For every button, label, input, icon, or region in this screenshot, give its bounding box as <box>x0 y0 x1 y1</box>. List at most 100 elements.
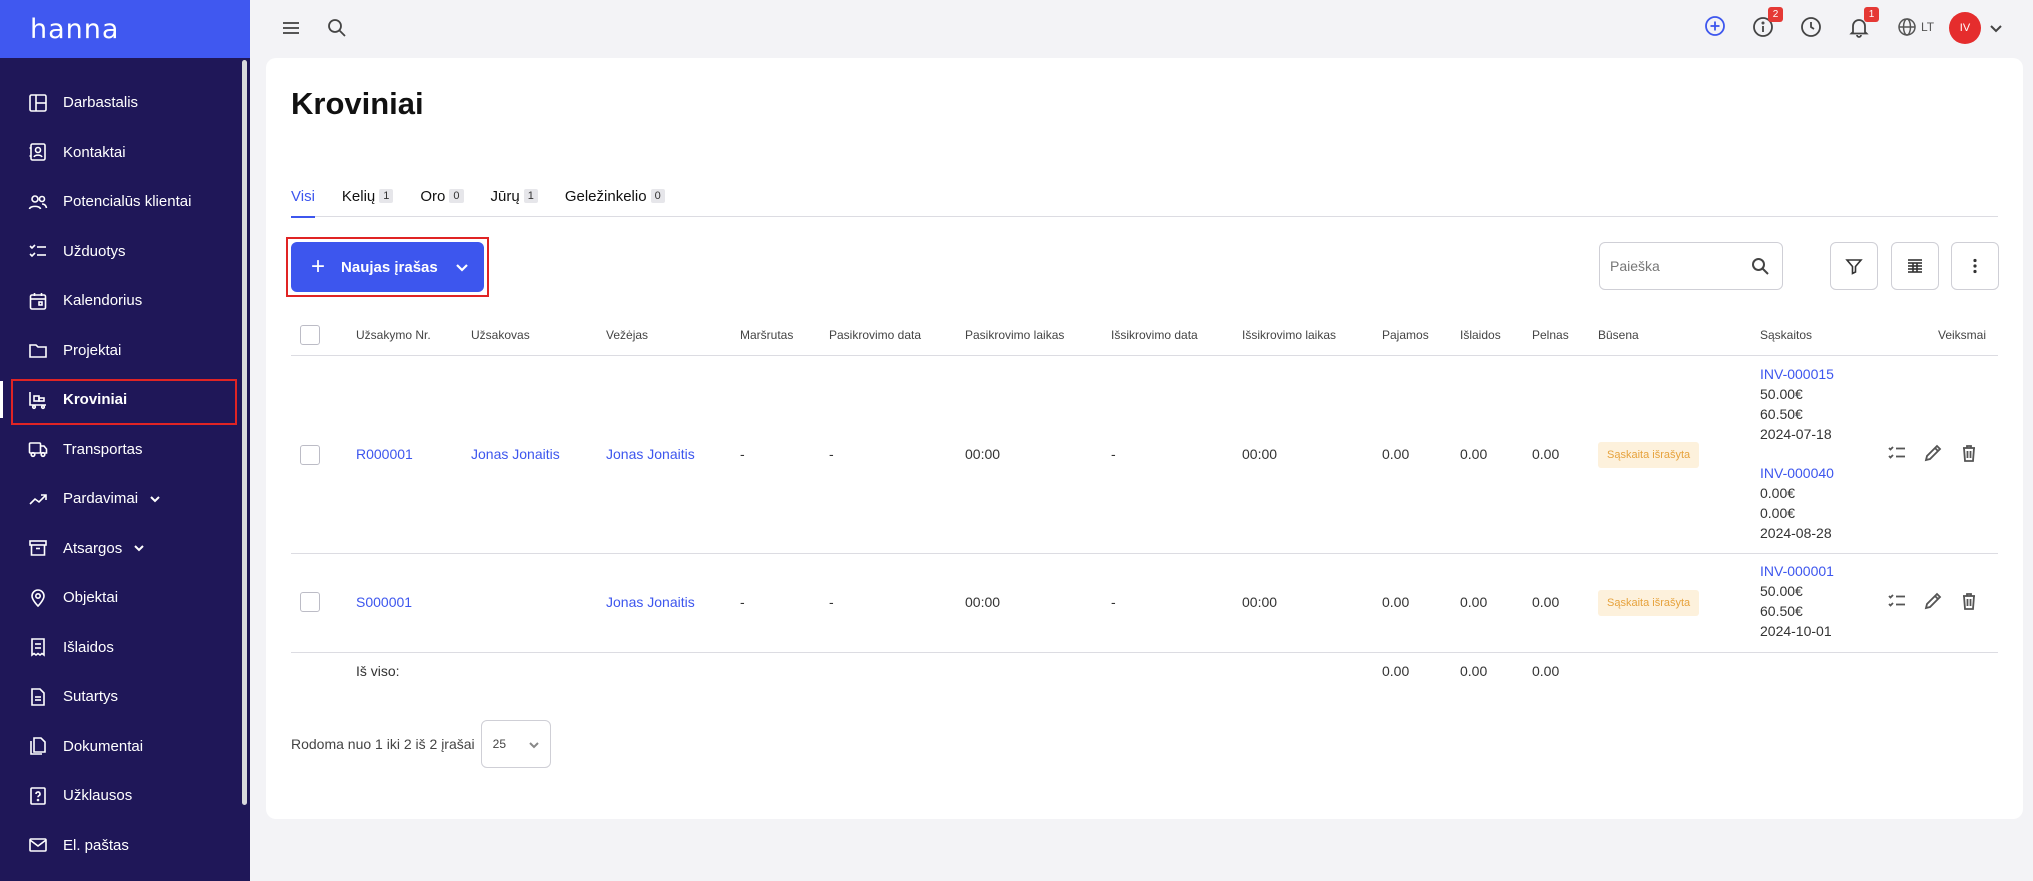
menu-icon[interactable] <box>280 17 302 39</box>
column-header[interactable]: Užsakovas <box>471 328 530 342</box>
sidebar-scrollbar[interactable] <box>242 60 247 805</box>
archive-icon <box>28 538 48 558</box>
more-options-button[interactable] <box>1951 242 1999 290</box>
customer-link[interactable]: Jonas Jonaitis <box>471 446 560 462</box>
tab-count-badge: 0 <box>449 189 464 203</box>
checklist-icon[interactable] <box>1886 442 1908 464</box>
invoice-link[interactable]: INV-000001 <box>1760 561 1834 581</box>
location-pin-icon <box>28 588 48 608</box>
brand-logo[interactable]: hanna <box>0 0 250 58</box>
brand-name: hanna <box>30 13 120 45</box>
carrier-link[interactable]: Jonas Jonaitis <box>606 446 695 462</box>
order-number-link[interactable]: S000001 <box>356 594 412 610</box>
sidebar-item-label: Darbastalis <box>63 94 139 112</box>
column-header[interactable]: Pasikrovimo laikas <box>965 328 1064 342</box>
sidebar-item-sutartys[interactable]: Sutartys <box>0 672 250 722</box>
sidebar-item-label: El. paštas <box>63 836 129 854</box>
sidebar-item-label: Išlaidos <box>63 638 114 656</box>
chevron-down-icon <box>132 541 146 555</box>
sidebar-item-darbastalis[interactable]: Darbastalis <box>0 78 250 128</box>
tab-visi[interactable]: Visi <box>291 186 315 218</box>
trash-icon[interactable] <box>1958 590 1980 612</box>
sidebar-item-objektai[interactable]: Objektai <box>0 573 250 623</box>
checklist-icon[interactable] <box>1886 590 1908 612</box>
clock-icon[interactable] <box>1800 16 1822 38</box>
globe-icon <box>1898 18 1916 36</box>
filter-button[interactable] <box>1830 242 1878 290</box>
sidebar-item-label: Pardavimai <box>63 490 139 508</box>
sidebar-item-projektai[interactable]: Projektai <box>0 326 250 376</box>
receipt-icon <box>28 637 48 657</box>
column-header[interactable]: Išsikrovimo laikas <box>1242 328 1336 342</box>
search-input[interactable] <box>1610 258 1740 274</box>
edit-pencil-icon[interactable] <box>1922 442 1944 464</box>
expenses-cell: 0.00 <box>1460 594 1488 610</box>
column-header[interactable]: Sąskaitos <box>1760 328 1812 342</box>
avatar[interactable]: IV <box>1949 12 1981 44</box>
sidebar-item-uzduotys[interactable]: Užduotys <box>0 227 250 277</box>
route-cell: - <box>740 594 745 610</box>
add-circle-icon[interactable] <box>1704 15 1726 37</box>
carrier-link[interactable]: Jonas Jonaitis <box>606 594 695 610</box>
column-header[interactable]: Pajamos <box>1382 328 1429 342</box>
sidebar-item-transportas[interactable]: Transportas <box>0 425 250 475</box>
invoice-link[interactable]: INV-000040 <box>1760 463 1834 483</box>
chevron-down-icon[interactable] <box>454 259 470 275</box>
sidebar-item-uzklausos[interactable]: Užklausos <box>0 771 250 821</box>
pagination-summary: Rodoma nuo 1 iki 2 iš 2 įrašai <box>291 736 475 752</box>
status-badge: Sąskaita išrašyta <box>1598 442 1700 468</box>
trash-icon[interactable] <box>1958 442 1980 464</box>
invoice-date: 2024-10-01 <box>1760 623 1832 639</box>
row-checkbox[interactable] <box>300 592 320 612</box>
info-icon[interactable]: 2 <box>1752 7 1783 38</box>
sidebar-item-dokumentai[interactable]: Dokumentai <box>0 722 250 772</box>
sidebar-item-label: Potencialūs klientai <box>63 193 192 211</box>
row-checkbox[interactable] <box>300 445 320 465</box>
sidebar-item-potencialus-klientai[interactable]: Potencialūs klientai <box>0 177 250 227</box>
per-page-select[interactable]: 25 <box>480 720 551 768</box>
folder-icon <box>28 340 48 360</box>
language-selector[interactable]: LT <box>1897 17 1934 37</box>
sidebar-item-pardavimai[interactable]: Pardavimai <box>0 474 250 524</box>
sidebar-item-atsargos[interactable]: Atsargos <box>0 524 250 574</box>
columns-icon <box>1908 259 1922 273</box>
tab-juru[interactable]: Jūrų 1 <box>491 186 538 217</box>
invoices-cell: INV-000001 50.00€ 60.50€ 2024-10-01 <box>1760 561 1834 641</box>
tab-oro[interactable]: Oro 0 <box>420 186 464 217</box>
search-field <box>1599 242 1783 290</box>
search-icon[interactable] <box>326 17 348 39</box>
sidebar-item-el-pastas[interactable]: El. paštas <box>0 821 250 871</box>
tab-keliu[interactable]: Kelių 1 <box>342 186 394 217</box>
column-header[interactable]: Užsakymo Nr. <box>356 328 431 342</box>
chevron-down-icon[interactable] <box>1988 20 2004 36</box>
order-number-link[interactable]: R000001 <box>356 446 413 462</box>
column-header[interactable]: Vežėjas <box>606 328 648 342</box>
tab-label: Jūrų <box>490 188 520 205</box>
invoice-link[interactable]: INV-000015 <box>1760 364 1834 384</box>
contract-icon <box>28 687 48 707</box>
column-header[interactable]: Pelnas <box>1532 328 1569 342</box>
main-card: Kroviniai Visi Kelių 1 Oro 0 Jūrų 1 Geležin… <box>266 58 2023 819</box>
edit-pencil-icon[interactable] <box>1922 590 1944 612</box>
new-record-highlight-box: + Naujas įrašas <box>286 237 489 297</box>
sidebar-item-label: Dokumentai <box>63 737 144 755</box>
select-all-checkbox[interactable] <box>300 325 320 345</box>
column-header[interactable]: Išlaidos <box>1460 328 1501 342</box>
search-icon[interactable] <box>1750 256 1770 276</box>
documents-icon <box>28 736 48 756</box>
table-header: Užsakymo Nr. Užsakovas Vežėjas Maršrutas… <box>291 314 1998 356</box>
column-header[interactable]: Maršrutas <box>740 328 793 342</box>
bell-icon[interactable]: 1 <box>1848 7 1879 38</box>
sidebar-item-kontaktai[interactable]: Kontaktai <box>0 128 250 178</box>
new-record-button[interactable]: + Naujas įrašas <box>291 242 484 292</box>
sidebar-item-label: Kontaktai <box>63 143 126 161</box>
tab-gelezinkelio[interactable]: Geležinkelio 0 <box>565 186 665 217</box>
sidebar-nav: Darbastalis Kontaktai Potencialūs klient… <box>0 58 250 870</box>
sidebar-item-kalendorius[interactable]: Kalendorius <box>0 276 250 326</box>
column-header[interactable]: Išsikrovimo data <box>1111 328 1198 342</box>
column-header[interactable]: Būsena <box>1598 328 1639 342</box>
sidebar-item-islaidos[interactable]: Išlaidos <box>0 623 250 673</box>
tasks-icon <box>28 241 48 261</box>
column-header[interactable]: Pasikrovimo data <box>829 328 921 342</box>
columns-button[interactable] <box>1891 242 1939 290</box>
